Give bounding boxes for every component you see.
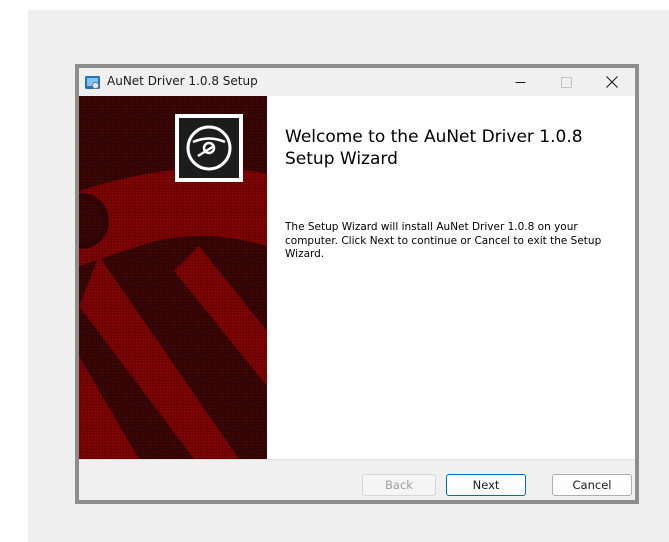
close-button[interactable] bbox=[589, 68, 635, 96]
title-bar[interactable]: AuNet Driver 1.0.8 Setup bbox=[79, 68, 635, 96]
wizard-banner bbox=[79, 96, 267, 459]
installer-app-icon bbox=[85, 75, 100, 90]
setup-wizard-window: AuNet Driver 1.0.8 Setup Welcome to the … bbox=[75, 64, 639, 504]
disc-icon bbox=[175, 114, 243, 182]
window-title: AuNet Driver 1.0.8 Setup bbox=[107, 74, 258, 88]
next-button[interactable]: Next bbox=[446, 474, 526, 496]
button-bar: Back Next Cancel bbox=[79, 459, 635, 500]
welcome-description: The Setup Wizard will install AuNet Driv… bbox=[285, 221, 602, 260]
back-button: Back bbox=[362, 474, 436, 496]
wizard-content: Welcome to the AuNet Driver 1.0.8 Setup … bbox=[79, 96, 635, 459]
maximize-icon bbox=[560, 76, 572, 88]
close-icon bbox=[606, 76, 618, 88]
minimize-icon bbox=[515, 81, 525, 83]
welcome-heading: Welcome to the AuNet Driver 1.0.8 Setup … bbox=[285, 127, 583, 169]
cancel-button[interactable]: Cancel bbox=[552, 474, 632, 496]
maximize-button bbox=[543, 68, 589, 96]
minimize-button[interactable] bbox=[497, 68, 543, 96]
